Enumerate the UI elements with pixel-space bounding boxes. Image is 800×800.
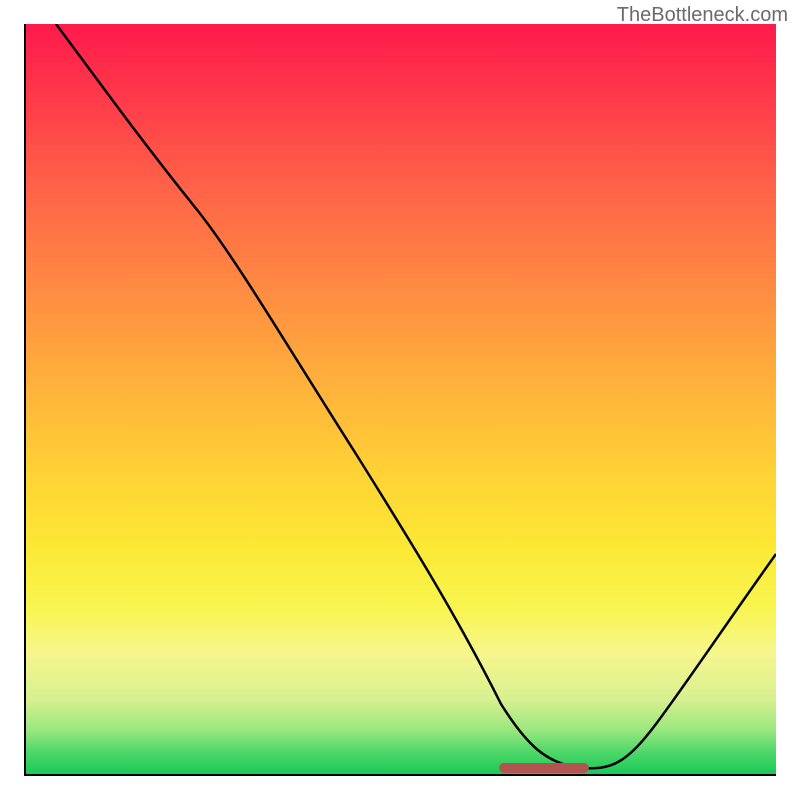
optimal-range-marker bbox=[499, 763, 589, 773]
curve-svg bbox=[26, 24, 776, 774]
plot-area bbox=[24, 24, 776, 776]
bottleneck-curve bbox=[56, 24, 776, 768]
